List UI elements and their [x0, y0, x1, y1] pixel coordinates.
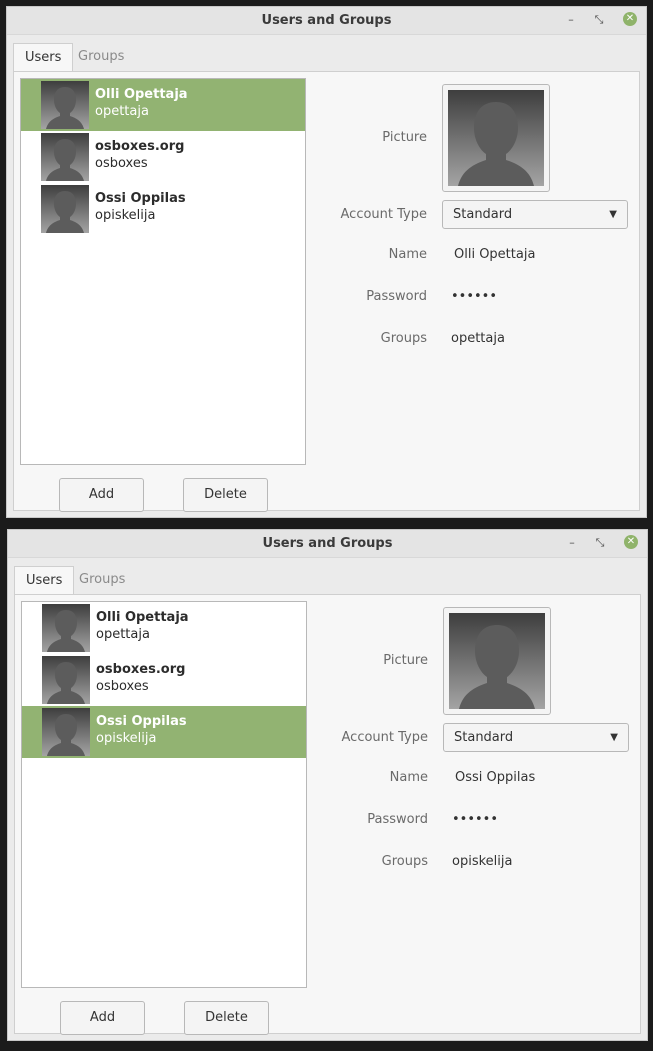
- tab-content: Olli Opettaja opettaja osboxes.org osbox…: [13, 71, 640, 512]
- user-list[interactable]: Olli Opettaja opettaja osboxes.org osbox…: [21, 601, 307, 988]
- password-label: Password: [367, 812, 428, 827]
- close-icon[interactable]: ✕: [624, 535, 638, 549]
- name-value[interactable]: Olli Opettaja: [454, 247, 535, 262]
- tab-users[interactable]: Users: [14, 566, 75, 595]
- groups-label: Groups: [381, 854, 428, 869]
- user-full-name: Ossi Oppilas: [96, 714, 187, 729]
- delete-button[interactable]: Delete: [184, 1001, 269, 1035]
- chevron-down-icon: ▼: [610, 732, 618, 743]
- avatar-icon: [41, 185, 89, 233]
- avatar-icon: [42, 604, 90, 652]
- user-login-name: opettaja: [96, 627, 150, 642]
- picture-button[interactable]: [442, 84, 550, 192]
- picture-label: Picture: [382, 130, 427, 145]
- title-bar[interactable]: Users and Groups – ⤡ ✕: [8, 530, 647, 558]
- groups-label: Groups: [380, 331, 427, 346]
- user-row-osboxes[interactable]: osboxes.org osboxes: [21, 131, 305, 183]
- account-type-value: Standard: [454, 730, 514, 745]
- picture-label: Picture: [383, 653, 428, 668]
- delete-button[interactable]: Delete: [183, 478, 268, 512]
- password-label: Password: [366, 289, 427, 304]
- tab-users[interactable]: Users: [13, 43, 74, 72]
- picture-button[interactable]: [443, 607, 551, 715]
- user-login-name: osboxes: [95, 156, 148, 171]
- account-type-dropdown[interactable]: Standard ▼: [442, 200, 628, 229]
- user-full-name: Olli Opettaja: [95, 87, 188, 102]
- chevron-down-icon: ▼: [609, 209, 617, 220]
- users-groups-window-2: Users and Groups – ⤡ ✕ Users Groups Olli…: [7, 529, 648, 1041]
- user-full-name: Olli Opettaja: [96, 610, 189, 625]
- user-login-name: osboxes: [96, 679, 149, 694]
- window-title: Users and Groups: [262, 536, 393, 551]
- account-type-value: Standard: [453, 207, 513, 222]
- name-value[interactable]: Ossi Oppilas: [455, 770, 535, 785]
- user-full-name: Ossi Oppilas: [95, 191, 186, 206]
- tab-groups[interactable]: Groups: [68, 566, 136, 594]
- avatar-icon: [41, 81, 89, 129]
- password-value[interactable]: ••••••: [452, 812, 498, 827]
- user-row-ossi[interactable]: Ossi Oppilas opiskelija: [21, 183, 305, 235]
- title-bar[interactable]: Users and Groups – ⤡ ✕: [7, 7, 646, 35]
- account-type-label: Account Type: [340, 207, 427, 222]
- close-icon[interactable]: ✕: [623, 12, 637, 26]
- users-groups-window-1: Users and Groups – ⤡ ✕ Users Groups Olli…: [6, 6, 647, 518]
- user-full-name: osboxes.org: [95, 139, 185, 154]
- add-button[interactable]: Add: [59, 478, 144, 512]
- groups-value[interactable]: opettaja: [451, 331, 505, 346]
- tab-content: Olli Opettaja opettaja osboxes.org osbox…: [14, 594, 641, 1035]
- user-list[interactable]: Olli Opettaja opettaja osboxes.org osbox…: [20, 78, 306, 465]
- account-type-dropdown[interactable]: Standard ▼: [443, 723, 629, 752]
- avatar-icon: [42, 656, 90, 704]
- name-label: Name: [389, 770, 428, 785]
- restore-icon[interactable]: ⤡: [592, 535, 608, 551]
- user-row-olli[interactable]: Olli Opettaja opettaja: [22, 602, 306, 654]
- account-type-label: Account Type: [341, 730, 428, 745]
- user-login-name: opiskelija: [95, 208, 156, 223]
- minimize-icon[interactable]: –: [563, 12, 579, 28]
- user-login-name: opettaja: [95, 104, 149, 119]
- avatar-icon: [41, 133, 89, 181]
- user-row-ossi[interactable]: Ossi Oppilas opiskelija: [22, 706, 306, 758]
- user-picture-icon: [448, 90, 544, 186]
- user-login-name: opiskelija: [96, 731, 157, 746]
- window-title: Users and Groups: [261, 13, 392, 28]
- groups-value[interactable]: opiskelija: [452, 854, 512, 869]
- user-picture-icon: [449, 613, 545, 709]
- restore-icon[interactable]: ⤡: [591, 12, 607, 28]
- tab-groups[interactable]: Groups: [67, 43, 135, 71]
- avatar-icon: [42, 708, 90, 756]
- add-button[interactable]: Add: [60, 1001, 145, 1035]
- user-row-osboxes[interactable]: osboxes.org osboxes: [22, 654, 306, 706]
- user-row-olli[interactable]: Olli Opettaja opettaja: [21, 79, 305, 131]
- user-full-name: osboxes.org: [96, 662, 186, 677]
- minimize-icon[interactable]: –: [564, 535, 580, 551]
- password-value[interactable]: ••••••: [451, 289, 497, 304]
- name-label: Name: [388, 247, 427, 262]
